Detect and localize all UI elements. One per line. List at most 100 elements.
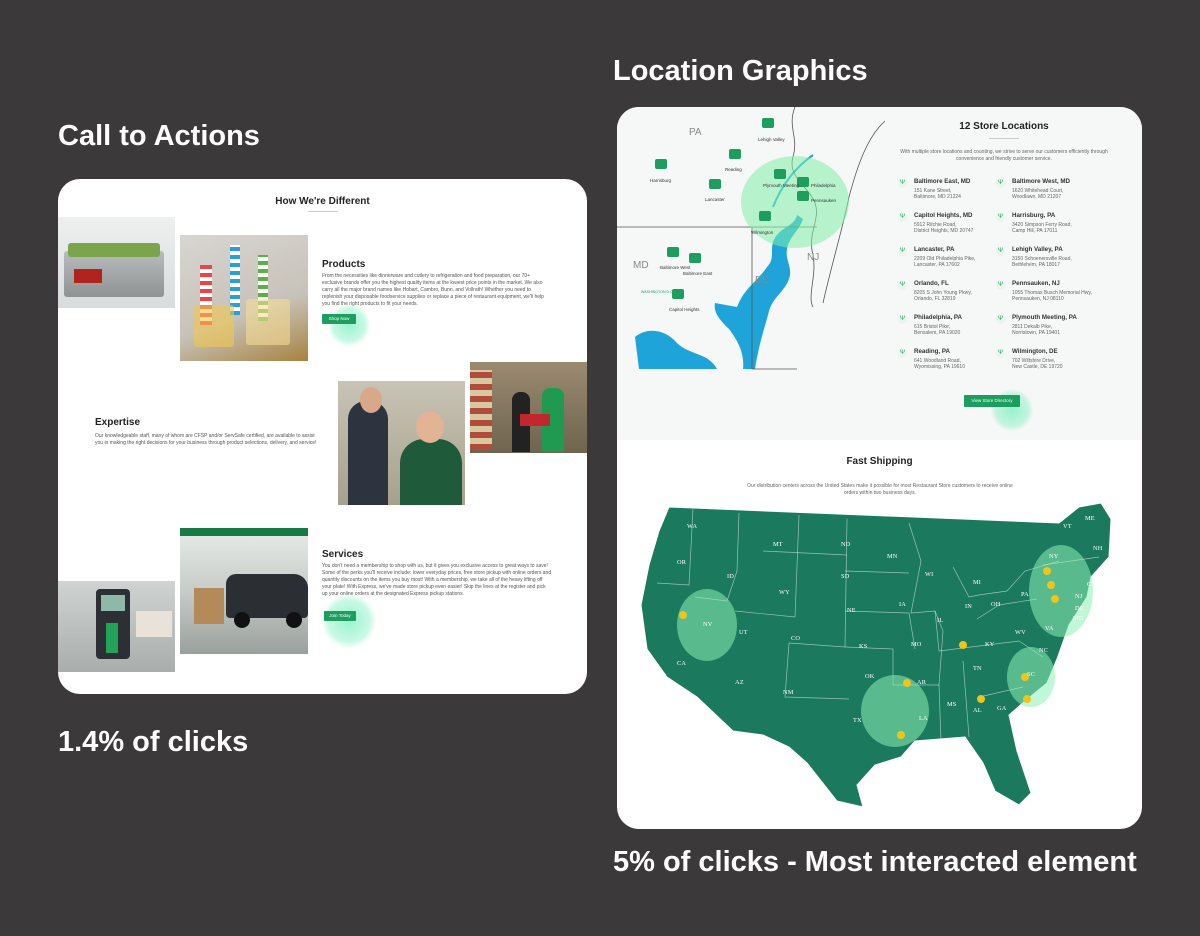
fork-icon: Ψ [898, 281, 907, 290]
state-label: NC [1039, 647, 1049, 654]
store-aisle-photo [470, 362, 587, 453]
title-divider [989, 138, 1019, 139]
fork-icon: Ψ [898, 349, 907, 358]
state-label: RI [1097, 571, 1104, 578]
map-label: Capitol Heights [669, 307, 700, 312]
state-label: MD [1073, 615, 1084, 622]
state-label: FL [1035, 737, 1043, 744]
map-state-nj: NJ [807, 252, 820, 263]
state-label: MT [773, 541, 783, 548]
state-label: VA [1045, 625, 1054, 632]
state-label: WV [1015, 629, 1026, 636]
state-label: OH [991, 601, 1001, 608]
store-entry[interactable]: Ψ Plymouth Meeting, PA 2811 Dekalb Pike, No… [996, 314, 1112, 337]
state-label: NJ [1075, 593, 1083, 600]
section-title: How We're Different [275, 196, 370, 207]
state-label: AZ [735, 679, 744, 686]
products-body: From the necessities like dinnerware and… [322, 273, 544, 307]
click-heatmap-spot [328, 304, 370, 346]
fork-icon: Ψ [996, 247, 1005, 256]
state-label: LA [919, 715, 928, 722]
state-label: MO [911, 641, 922, 648]
state-label: IA [899, 601, 907, 608]
fork-icon: Ψ [996, 281, 1005, 290]
map-label: Lehigh Valley [758, 137, 785, 142]
state-label: SC [1027, 671, 1036, 678]
fork-icon: Ψ [996, 213, 1005, 222]
state-label: ND [841, 541, 851, 548]
map-label: Wilmington [751, 230, 774, 235]
join-today-button[interactable]: Join Today [324, 611, 356, 621]
drinks-photo [180, 235, 308, 361]
state-label: NV [703, 621, 713, 628]
map-label: Baltimore East [683, 271, 713, 276]
services-body: You don't need a membership to shop with… [322, 563, 552, 597]
state-label: DE [1075, 605, 1084, 612]
state-label: KY [985, 641, 995, 648]
expertise-title: Expertise [95, 417, 141, 428]
map-state-de: DE [755, 275, 769, 286]
left-click-stat: 1.4% of clicks [58, 726, 249, 758]
map-state-md: MD [633, 260, 649, 271]
map-label: Plymouth Meeting [763, 183, 800, 188]
state-label: KS [859, 643, 868, 650]
fast-shipping-title: Fast Shipping [846, 456, 913, 467]
map-label: Lancaster [705, 197, 725, 202]
fork-icon: Ψ [996, 349, 1005, 358]
state-label: IN [965, 603, 973, 610]
state-label: MN [887, 553, 898, 560]
state-label: ID [727, 573, 735, 580]
potomac-river [635, 330, 717, 369]
how-were-different-card: How We're Different Products From the ne… [58, 179, 587, 694]
fork-icon: Ψ [996, 179, 1005, 188]
view-store-directory-button[interactable]: View Store Directory [964, 395, 1020, 407]
state-label: MI [973, 579, 982, 586]
location-graphics-heading: Location Graphics [613, 55, 868, 87]
map-label: Reading [725, 167, 742, 172]
fork-icon: Ψ [996, 315, 1005, 324]
click-heatmap-spot [322, 594, 376, 648]
call-to-actions-heading: Call to Actions [58, 120, 260, 152]
store-entry[interactable]: Ψ Baltimore West, MD 1620 Whitehead Court,… [996, 178, 1112, 201]
state-label: UT [739, 629, 748, 636]
products-title: Products [322, 259, 366, 270]
state-label: CT [1087, 581, 1096, 588]
staff-photo [338, 381, 465, 505]
store-entry[interactable]: Ψ Pennsauken, NJ 1055 Thomas Busch Memoria… [996, 280, 1112, 303]
store-locations-title: 12 Store Locations [959, 121, 1049, 132]
map-label-dc: WASHINGTON D.C. [641, 290, 674, 294]
state-label: OK [865, 673, 875, 680]
fork-icon: Ψ [898, 247, 907, 256]
state-label: SD [841, 573, 850, 580]
state-label: ME [1085, 515, 1095, 522]
fork-icon: Ψ [898, 315, 907, 324]
map-label: Harrisburg [650, 178, 672, 183]
state-label: CA [677, 660, 687, 667]
locations-shipping-card: PA MD DE NJ Lehigh Valley Reading Harris… [617, 107, 1142, 829]
state-label: IL [937, 617, 944, 624]
state-label: GA [997, 705, 1007, 712]
fork-icon: Ψ [898, 213, 907, 222]
state-label: NY [1049, 553, 1059, 560]
store-locations-panel: PA MD DE NJ Lehigh Valley Reading Harris… [617, 107, 1142, 440]
state-label: MS [947, 701, 957, 708]
state-label: CO [791, 635, 801, 642]
store-entry[interactable]: Ψ Wilmington, DE 702 Wiltshire Drive, New C… [996, 348, 1112, 371]
state-label: TN [973, 665, 982, 672]
state-label: AL [973, 707, 982, 714]
state-label: NM [783, 689, 794, 696]
state-label: NE [847, 607, 856, 614]
state-label: OR [677, 559, 687, 566]
store-locations-subtitle: With multiple store locations and counti… [900, 149, 1108, 162]
state-label: WA [687, 523, 698, 530]
store-entry[interactable]: Ψ Lehigh Valley, PA 3150 Schoenersville Ro… [996, 246, 1112, 269]
services-title: Services [322, 549, 364, 560]
store-entry[interactable]: Ψ Harrisburg, PA 3420 Simpson Ferry Road, C… [996, 212, 1112, 235]
state-label: MA [1105, 559, 1116, 566]
state-label: VT [1063, 523, 1072, 530]
expertise-body: Our knowledgeable staff, many of whom ar… [95, 433, 317, 446]
shop-now-button[interactable]: Shop Now [322, 314, 356, 324]
state-label: TX [853, 717, 862, 724]
regional-map [617, 107, 885, 370]
map-label: Pennsauken [811, 198, 837, 203]
